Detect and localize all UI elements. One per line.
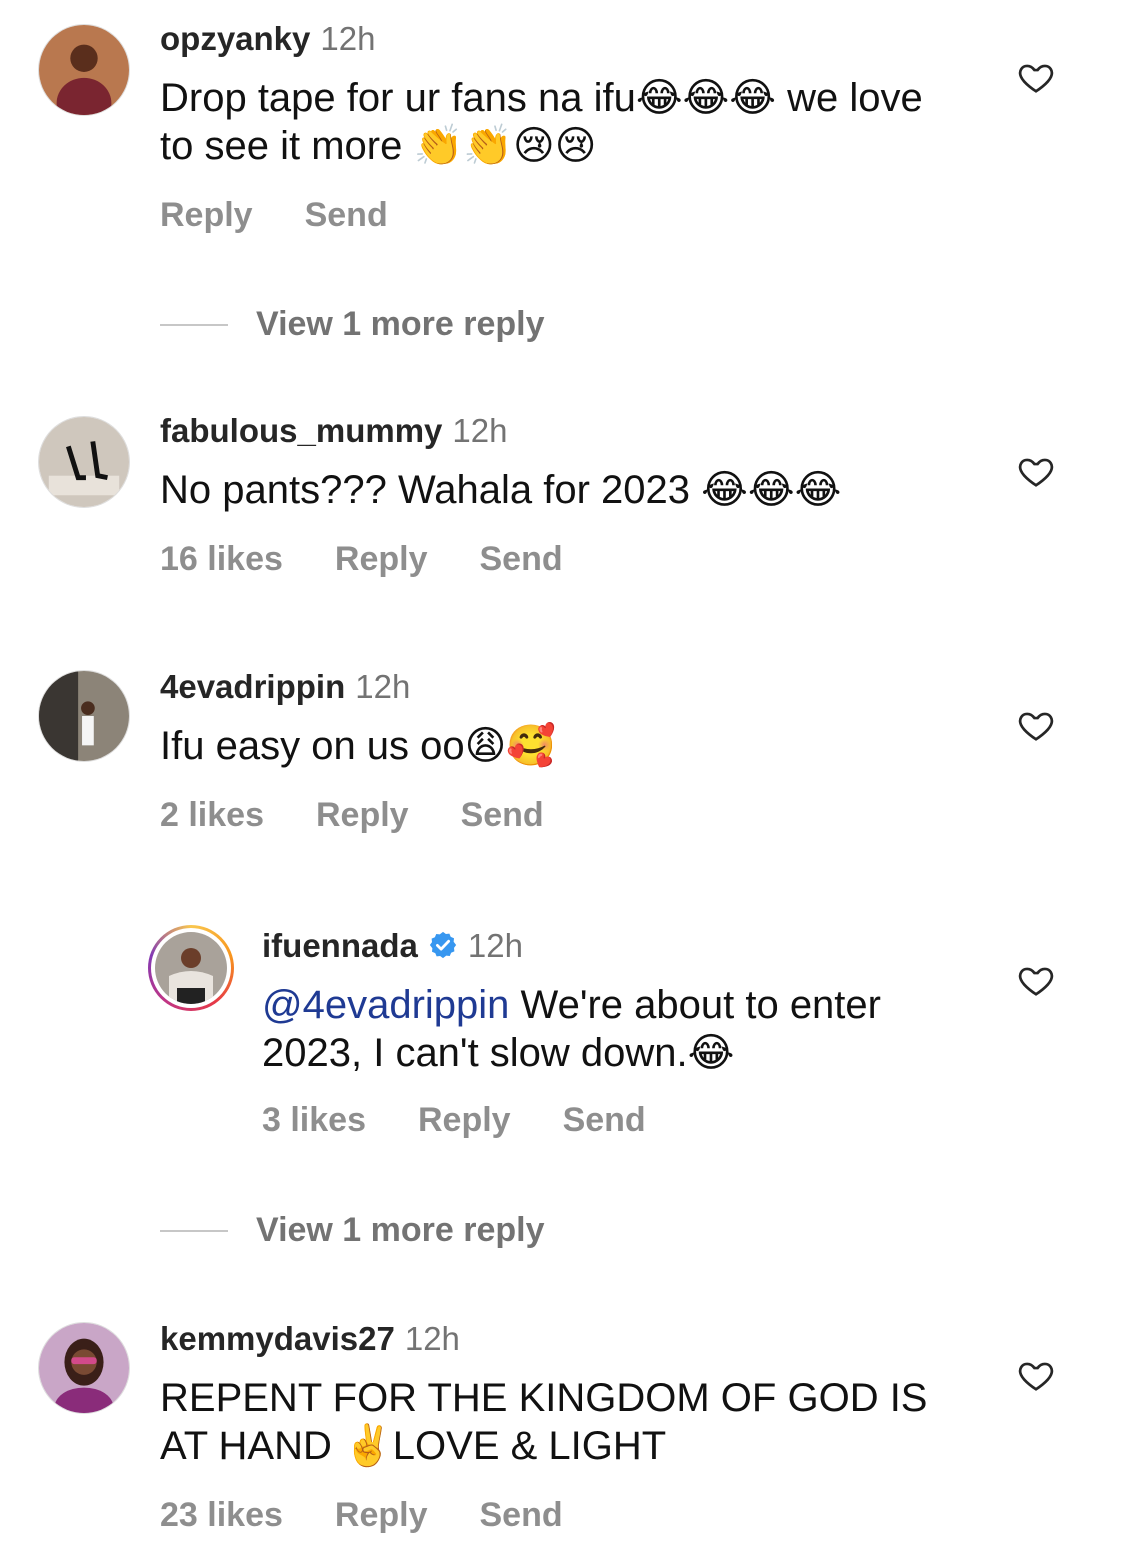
comment-fabulous-mummy: fabulous_mummy 12h No pants??? Wahala fo… xyxy=(0,400,1125,600)
send-button[interactable]: Send xyxy=(479,540,562,579)
avatar xyxy=(155,932,227,1004)
view-more-label[interactable]: View 1 more reply xyxy=(256,305,545,344)
comment-text: REPENT FOR THE KINGDOM OF GOD IS AT HAND… xyxy=(160,1376,928,1468)
comment-text: Drop tape for ur fans na ifu😂😂😂 we love … xyxy=(160,76,923,168)
comment-meta: 4evadrippin 12h xyxy=(160,668,410,706)
divider-line xyxy=(160,323,228,326)
view-more-replies-button[interactable]: View 1 more reply xyxy=(160,305,545,344)
comment-text: No pants??? Wahala for 2023 😂😂😂 xyxy=(160,468,842,512)
send-button[interactable]: Send xyxy=(461,796,544,835)
username[interactable]: fabulous_mummy xyxy=(160,412,442,450)
comment-kemmydavis27: kemmydavis27 12h REPENT FOR THE KINGDOM … xyxy=(0,1310,1125,1560)
comment-actions: Reply Send xyxy=(160,196,388,235)
divider-line xyxy=(160,1229,228,1232)
view-more-label[interactable]: View 1 more reply xyxy=(256,1211,545,1250)
avatar[interactable] xyxy=(38,670,130,762)
comment-meta: kemmydavis27 12h xyxy=(160,1320,460,1358)
heart-outline-icon[interactable] xyxy=(1016,1356,1056,1394)
comment-meta: ifuennada 12h xyxy=(262,927,523,965)
reply-button[interactable]: Reply xyxy=(418,1101,511,1140)
reply-ifuennada: ifuennada 12h @4evadrippin We're about t… xyxy=(0,915,1125,1155)
reply-button[interactable]: Reply xyxy=(316,796,409,835)
avatar[interactable] xyxy=(38,416,130,508)
verified-badge-icon xyxy=(429,931,456,959)
username[interactable]: kemmydavis27 xyxy=(160,1320,395,1358)
reply-button[interactable]: Reply xyxy=(335,540,428,579)
view-more-replies-button[interactable]: View 1 more reply xyxy=(160,1211,545,1250)
avatar[interactable] xyxy=(38,1322,130,1414)
likes-count[interactable]: 16 likes xyxy=(160,540,283,579)
username[interactable]: 4evadrippin xyxy=(160,668,345,706)
comment-actions: 3 likes Reply Send xyxy=(262,1101,646,1140)
send-button[interactable]: Send xyxy=(563,1101,646,1140)
comment-opzyanky: opzyanky 12h Drop tape for ur fans na if… xyxy=(0,0,1125,270)
timestamp: 12h xyxy=(452,412,508,449)
timestamp: 12h xyxy=(320,20,376,57)
likes-count[interactable]: 23 likes xyxy=(160,1496,283,1535)
send-button[interactable]: Send xyxy=(305,196,388,235)
likes-count[interactable]: 3 likes xyxy=(262,1101,366,1140)
reply-button[interactable]: Reply xyxy=(335,1496,428,1535)
comment-actions: 16 likes Reply Send xyxy=(160,540,563,579)
username[interactable]: ifuennada xyxy=(262,927,418,965)
mention-link[interactable]: @4evadrippin xyxy=(262,983,509,1027)
comment-4evadrippin: 4evadrippin 12h Ifu easy on us oo😩🥰 2 li… xyxy=(0,660,1125,860)
reply-button[interactable]: Reply xyxy=(160,196,253,235)
comment-text: @4evadrippin We're about to enter 2023, … xyxy=(262,981,962,1077)
heart-outline-icon[interactable] xyxy=(1016,58,1056,96)
story-ring-avatar[interactable] xyxy=(148,925,234,1011)
comment-meta: fabulous_mummy 12h xyxy=(160,412,507,450)
heart-outline-icon[interactable] xyxy=(1016,706,1056,744)
likes-count[interactable]: 2 likes xyxy=(160,796,264,835)
send-button[interactable]: Send xyxy=(479,1496,562,1535)
heart-outline-icon[interactable] xyxy=(1016,452,1056,490)
comment-actions: 2 likes Reply Send xyxy=(160,796,544,835)
timestamp: 12h xyxy=(404,1320,460,1357)
comment-text: Ifu easy on us oo😩🥰 xyxy=(160,724,557,768)
heart-outline-icon[interactable] xyxy=(1016,961,1056,999)
timestamp: 12h xyxy=(467,927,523,964)
comment-actions: 23 likes Reply Send xyxy=(160,1496,563,1535)
timestamp: 12h xyxy=(355,668,411,705)
avatar[interactable] xyxy=(38,24,130,116)
comment-meta: opzyanky 12h xyxy=(160,20,375,58)
username[interactable]: opzyanky xyxy=(160,20,310,58)
